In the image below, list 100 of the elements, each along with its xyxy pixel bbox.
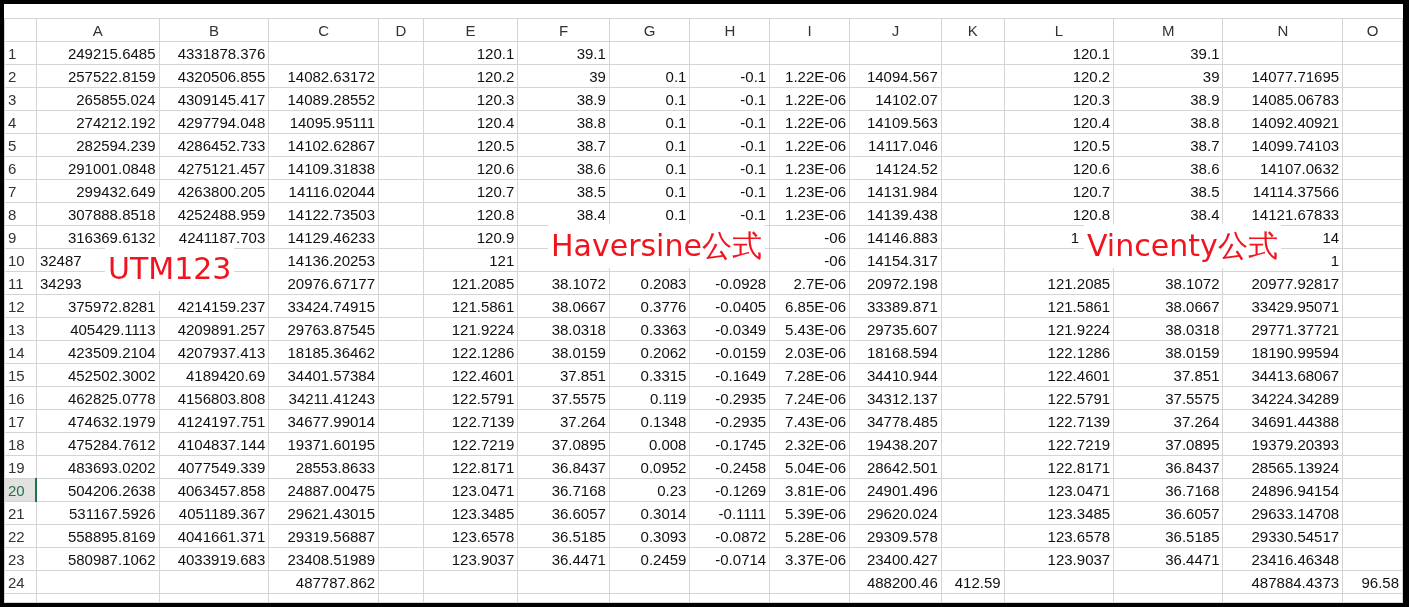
column-header[interactable]: O bbox=[1342, 18, 1403, 42]
row-header[interactable]: 14 bbox=[4, 340, 37, 364]
cell-value: 405429.1113 bbox=[70, 320, 156, 338]
cell-value: 28642.501 bbox=[866, 458, 938, 476]
cell-value: 4124197.751 bbox=[177, 412, 266, 430]
cell-value: 122.8171 bbox=[451, 458, 515, 476]
cell-value: 32487 bbox=[39, 251, 82, 269]
cell-value: 121.5861 bbox=[451, 297, 515, 315]
cell-value: 452502.3002 bbox=[67, 366, 156, 384]
row-header[interactable]: 19 bbox=[4, 455, 37, 479]
cell-value: 474632.1979 bbox=[67, 412, 156, 430]
column-header[interactable]: F bbox=[517, 18, 610, 42]
cell-value: 34211.41243 bbox=[288, 389, 376, 407]
column-header[interactable]: E bbox=[423, 18, 518, 42]
row-header[interactable]: 1 bbox=[4, 41, 37, 65]
column-header[interactable]: N bbox=[1223, 18, 1343, 42]
row-header[interactable]: 16 bbox=[4, 386, 37, 410]
overlay-label: UTM123 bbox=[105, 247, 235, 291]
cell-value: 4241187.703 bbox=[178, 228, 266, 246]
cell-value: 120.7 bbox=[476, 182, 515, 200]
cell-value: 274212.192 bbox=[76, 113, 156, 131]
cell-value: 4104837.144 bbox=[177, 435, 266, 453]
row-header[interactable]: 17 bbox=[4, 409, 37, 433]
cell-value: 14122.73503 bbox=[287, 205, 376, 223]
cell-value: 123.3485 bbox=[1047, 504, 1111, 522]
cell-value: 123.6578 bbox=[1047, 527, 1111, 545]
cell-value: 375972.8281 bbox=[67, 297, 156, 315]
cell-value: 120.4 bbox=[1072, 113, 1111, 131]
row-header[interactable]: 4 bbox=[4, 110, 37, 134]
cell-value: 265855.024 bbox=[76, 90, 156, 108]
column-header[interactable]: D bbox=[378, 18, 424, 42]
cell-value: 14121.67833 bbox=[1251, 205, 1340, 223]
cell-value: -0.1 bbox=[740, 182, 767, 200]
column-header[interactable]: B bbox=[159, 18, 269, 42]
cell-value: 1.23E-06 bbox=[785, 205, 846, 223]
cell-value: 38.0318 bbox=[551, 320, 606, 338]
cell-value: 122.5791 bbox=[1047, 389, 1111, 407]
column-header[interactable]: L bbox=[1004, 18, 1114, 42]
cell-value: 14116.02044 bbox=[288, 182, 376, 200]
row-header[interactable]: 12 bbox=[4, 294, 37, 318]
row-header[interactable]: 7 bbox=[4, 179, 37, 203]
cell-value: 29330.54517 bbox=[1251, 527, 1340, 545]
cell-value: 120.8 bbox=[1072, 205, 1111, 223]
cell-value: 24896.94154 bbox=[1251, 481, 1340, 499]
row-header[interactable]: 18 bbox=[4, 432, 37, 456]
cell-value: -0.0159 bbox=[715, 343, 767, 361]
cell-value: 34224.34289 bbox=[1251, 389, 1340, 407]
cell-value: 34778.485 bbox=[866, 412, 938, 430]
row-header[interactable]: 2 bbox=[4, 64, 37, 88]
cell-value: 24901.496 bbox=[866, 481, 938, 499]
cell-value: 120.5 bbox=[476, 136, 515, 154]
cell-value: 36.8437 bbox=[551, 458, 606, 476]
cell-value: 19379.20393 bbox=[1251, 435, 1340, 453]
cell-value: 38.8 bbox=[1190, 113, 1220, 131]
cell-value: 36.5185 bbox=[551, 527, 606, 545]
cell-value: 121.9224 bbox=[451, 320, 515, 338]
column-header[interactable]: I bbox=[769, 18, 850, 42]
column-header[interactable]: J bbox=[849, 18, 942, 42]
overlay-label: Vincenty公式 bbox=[1084, 224, 1281, 268]
cell-value: 7.43E-06 bbox=[785, 412, 846, 430]
row-header[interactable]: 20 bbox=[4, 478, 37, 502]
cell-value: 14092.40921 bbox=[1251, 113, 1340, 131]
row-header[interactable]: 13 bbox=[4, 317, 37, 341]
column-header[interactable]: K bbox=[941, 18, 1005, 42]
cell-value: 120.1 bbox=[476, 44, 515, 62]
cell-value: 0.23 bbox=[657, 481, 687, 499]
column-header[interactable]: C bbox=[268, 18, 379, 42]
cell-value: 4252488.959 bbox=[177, 205, 266, 223]
column-header[interactable]: M bbox=[1113, 18, 1223, 42]
row-header[interactable]: 23 bbox=[4, 547, 37, 571]
column-header[interactable]: H bbox=[689, 18, 770, 42]
row-header[interactable]: 6 bbox=[4, 156, 37, 180]
column-header[interactable]: G bbox=[609, 18, 690, 42]
row-header[interactable]: 15 bbox=[4, 363, 37, 387]
row-header[interactable]: 8 bbox=[4, 202, 37, 226]
cell-value: 0.0952 bbox=[640, 458, 687, 476]
cell-value: 475284.7612 bbox=[67, 435, 156, 453]
cell-value: -0.2935 bbox=[715, 412, 767, 430]
row-header[interactable]: 5 bbox=[4, 133, 37, 157]
cell-value: 33389.871 bbox=[866, 297, 938, 315]
cell-value: 120.5 bbox=[1072, 136, 1111, 154]
row-header[interactable]: 10 bbox=[4, 248, 37, 272]
column-header[interactable]: A bbox=[36, 18, 159, 42]
row-header[interactable]: 22 bbox=[4, 524, 37, 548]
cell-value: 123.9037 bbox=[451, 550, 515, 568]
cell-value: 29735.607 bbox=[866, 320, 938, 338]
cell-value: -0.1 bbox=[740, 113, 767, 131]
row-header[interactable]: 3 bbox=[4, 87, 37, 111]
cell-value: 34312.137 bbox=[866, 389, 938, 407]
cell-value: 14102.62867 bbox=[287, 136, 376, 154]
row-header[interactable]: 9 bbox=[4, 225, 37, 249]
cell-value: 1 bbox=[1070, 228, 1079, 246]
row-header[interactable]: 11 bbox=[4, 271, 37, 295]
row-header[interactable]: 21 bbox=[4, 501, 37, 525]
cell-value: 0.3776 bbox=[640, 297, 687, 315]
cell-value: 122.1286 bbox=[451, 343, 515, 361]
cell-value: 96.58 bbox=[1361, 573, 1399, 591]
row-header[interactable]: 24 bbox=[4, 570, 37, 594]
cell-value: 14114.37566 bbox=[1252, 182, 1340, 200]
cell-value: 123.0471 bbox=[1047, 481, 1111, 499]
